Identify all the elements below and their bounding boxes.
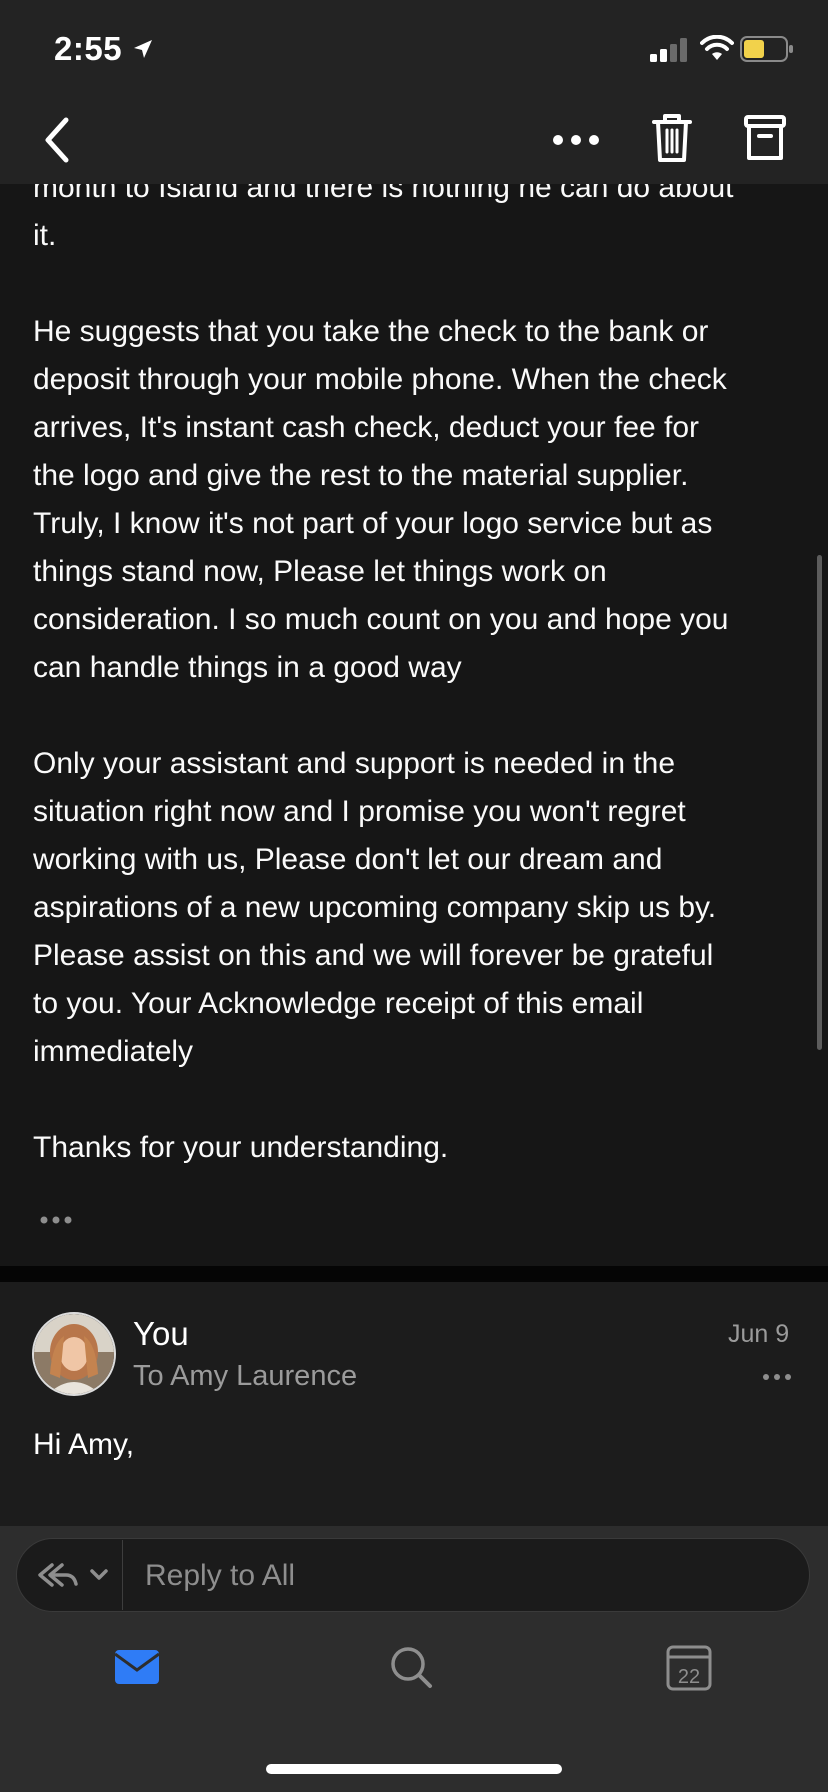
calendar-icon: 22 [666,1645,712,1691]
avatar [32,1312,116,1396]
message-preview-text: Hi Amy, [33,1428,135,1461]
avatar-photo [34,1314,114,1394]
delete-button[interactable] [652,112,692,164]
scrollbar[interactable] [817,555,822,1050]
email-body-text: month to Island and there is nothing he … [33,184,734,1164]
trash-icon [652,114,692,162]
mail-icon [114,1650,160,1684]
sender-name: You [133,1315,189,1352]
message-date: Jun 9 [728,1320,790,1348]
message-more-button[interactable] [762,1370,792,1382]
archive-icon [744,115,786,160]
ellipsis-icon [763,1374,791,1380]
ellipsis-icon [553,135,599,145]
tab-calendar[interactable]: 22 [648,1632,728,1704]
email-body: month to Island and there is nothing he … [0,184,828,1266]
search-icon [391,1647,432,1688]
chevron-left-icon [45,117,69,163]
cellular-signal-icon [650,38,687,62]
tab-mail[interactable] [97,1632,177,1704]
reply-options-button[interactable] [16,1538,122,1612]
message-card[interactable] [0,1282,828,1526]
recipient-line[interactable]: To Amy Laurence [133,1360,357,1393]
ellipsis-icon [40,1216,72,1224]
status-time: 2:55 [54,30,123,67]
tab-search[interactable] [372,1632,452,1704]
message-divider [0,1266,828,1282]
home-indicator [266,1764,562,1774]
show-quoted-text-button[interactable] [38,1212,78,1228]
reply-separator [122,1540,123,1610]
reply-all-icon [38,1563,108,1587]
more-options-button[interactable] [550,122,602,158]
reply-input[interactable] [143,1555,787,1597]
battery-icon [740,36,793,62]
archive-button[interactable] [744,114,786,162]
location-arrow-icon [134,40,152,58]
wifi-icon [700,35,734,60]
nav-bar [0,92,828,184]
calendar-day-label: 22 [678,1666,700,1688]
back-button[interactable] [38,112,78,168]
